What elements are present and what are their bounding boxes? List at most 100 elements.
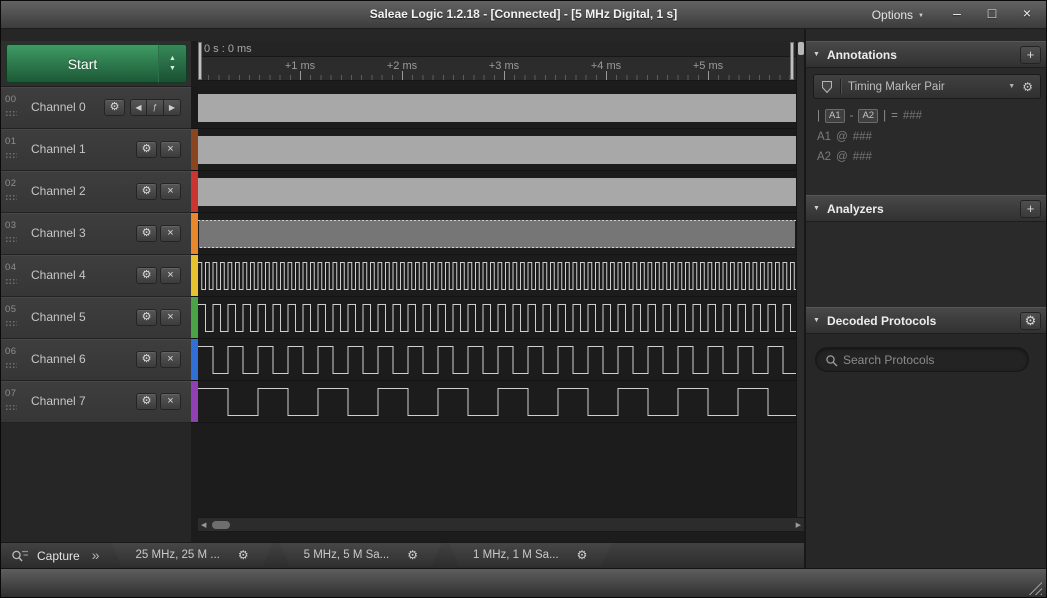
channel-color-indicator bbox=[191, 297, 198, 339]
channel-color-indicator bbox=[191, 255, 198, 297]
preset-tab[interactable]: 25 MHz, 25 M ...⚙ bbox=[112, 543, 273, 567]
resize-grip[interactable] bbox=[1027, 580, 1042, 595]
preset-tab[interactable]: 1 MHz, 1 M Sa...⚙ bbox=[449, 543, 611, 567]
timing-marker-pair-widget[interactable]: Timing Marker Pair ▼ ⚙ bbox=[813, 74, 1041, 99]
capture-tab[interactable]: Capture bbox=[1, 543, 90, 569]
channel-settings-button[interactable]: ⚙ bbox=[136, 141, 157, 158]
timeline-tick-label: +1 ms bbox=[279, 60, 321, 72]
trigger-edge-button[interactable]: ƒ bbox=[147, 99, 164, 116]
channel-row[interactable]: 04Channel 4⚙× bbox=[1, 255, 191, 297]
decoded-protocols-settings-button[interactable]: ⚙ bbox=[1020, 312, 1041, 330]
waveform-row[interactable] bbox=[198, 171, 796, 213]
protocol-search-input[interactable] bbox=[843, 349, 1021, 370]
scroll-right-button[interactable]: ▶ bbox=[796, 521, 801, 529]
channel-remove-button[interactable]: × bbox=[160, 309, 181, 326]
maximize-button[interactable]: □ bbox=[983, 5, 1001, 21]
channel-row[interactable]: 02Channel 2⚙× bbox=[1, 171, 191, 213]
waveform-trace bbox=[198, 381, 796, 423]
close-button[interactable]: × bbox=[1018, 5, 1036, 21]
channel-settings-button[interactable]: ⚙ bbox=[104, 99, 125, 116]
channel-label: Channel 7 bbox=[31, 394, 86, 408]
options-menu[interactable]: Options ▼ bbox=[872, 8, 924, 22]
capture-tab-label: Capture bbox=[37, 549, 80, 563]
channel-row[interactable]: 00Channel 0⚙◀ƒ▶ bbox=[1, 87, 191, 129]
down-arrow-icon: ▼ bbox=[169, 65, 176, 72]
channel-row[interactable]: 03Channel 3⚙× bbox=[1, 213, 191, 255]
a1-at: @ bbox=[836, 131, 848, 143]
add-analyzer-button[interactable]: + bbox=[1020, 200, 1041, 218]
channel-settings-button[interactable]: ⚙ bbox=[136, 351, 157, 368]
channel-color-indicator bbox=[191, 381, 198, 423]
preset-tab[interactable]: 5 MHz, 5 M Sa...⚙ bbox=[280, 543, 442, 567]
waveform-trace bbox=[198, 297, 796, 339]
channel-remove-button[interactable]: × bbox=[160, 267, 181, 284]
expand-presets-button[interactable]: » bbox=[92, 547, 100, 563]
horizontal-scrollbar[interactable]: ◀ ▶ bbox=[198, 517, 804, 532]
timeline-right-handle[interactable] bbox=[790, 42, 794, 80]
waveform-row[interactable] bbox=[198, 213, 796, 255]
add-annotation-button[interactable]: + bbox=[1020, 46, 1041, 64]
timeline-origin-label: 0 s : 0 ms bbox=[204, 43, 252, 55]
channel-row[interactable]: 05Channel 5⚙× bbox=[1, 297, 191, 339]
waveform-row[interactable] bbox=[198, 297, 796, 339]
channel-index: 02 bbox=[5, 178, 17, 189]
delta-close-pipe: | bbox=[883, 110, 886, 122]
minimize-button[interactable]: – bbox=[948, 5, 966, 21]
timeline-ruler[interactable]: +1 ms+2 ms+3 ms+4 ms+5 ms bbox=[198, 57, 796, 81]
channel-remove-button[interactable]: × bbox=[160, 393, 181, 410]
timeline-tick-label: +3 ms bbox=[483, 60, 525, 72]
scroll-left-button[interactable]: ◀ bbox=[201, 521, 206, 529]
channel-label: Channel 3 bbox=[31, 226, 86, 240]
drag-grip-icon bbox=[5, 236, 17, 243]
channel-settings-button[interactable]: ⚙ bbox=[136, 393, 157, 410]
channel-settings-button[interactable]: ⚙ bbox=[136, 183, 157, 200]
channel-settings-button[interactable]: ⚙ bbox=[136, 267, 157, 284]
channel-label: Channel 6 bbox=[31, 352, 86, 366]
channel-row[interactable]: 07Channel 7⚙× bbox=[1, 381, 191, 423]
preset-settings-gear-icon[interactable]: ⚙ bbox=[577, 548, 588, 562]
trigger-edge-button[interactable]: ▶ bbox=[164, 99, 181, 116]
vertical-scrollbar[interactable] bbox=[796, 41, 804, 517]
channel-remove-button[interactable]: × bbox=[160, 183, 181, 200]
timeline-left-handle[interactable] bbox=[198, 42, 202, 80]
a2-label: A2 bbox=[817, 151, 831, 163]
channel-remove-button[interactable]: × bbox=[160, 225, 181, 242]
channel-settings-button[interactable]: ⚙ bbox=[136, 225, 157, 242]
annotations-header[interactable]: ▼ Annotations + bbox=[806, 41, 1047, 68]
waveform-row[interactable] bbox=[198, 339, 796, 381]
delta-open-pipe: | bbox=[817, 110, 820, 122]
channel-row[interactable]: 01Channel 1⚙× bbox=[1, 129, 191, 171]
channel-row[interactable]: 06 Channel 6 ⚙× bbox=[1, 339, 191, 381]
capture-bar: Capture » 25 MHz, 25 M ...⚙ 5 MHz, 5 M Sa… bbox=[1, 542, 804, 568]
main-content: Start ▲ ▼ 00Channel 0⚙◀ƒ▶01Channel 1⚙×02… bbox=[1, 29, 1046, 568]
waveform-row[interactable] bbox=[198, 129, 796, 171]
timing-marker-settings-icon[interactable]: ⚙ bbox=[1022, 80, 1033, 94]
channel-color-indicator bbox=[191, 171, 198, 213]
timeline-header: 0 s : 0 ms bbox=[198, 41, 796, 57]
waveform-trace bbox=[198, 213, 796, 255]
a1-value: ### bbox=[853, 131, 872, 143]
waveform-row[interactable] bbox=[198, 255, 796, 297]
waveform-row[interactable] bbox=[198, 381, 796, 423]
analyzers-header[interactable]: ▼ Analyzers + bbox=[806, 195, 1047, 222]
channel-remove-button[interactable]: × bbox=[160, 351, 181, 368]
decoded-protocols-header[interactable]: ▼ Decoded Protocols ⚙ bbox=[806, 307, 1047, 334]
titlebar[interactable]: Saleae Logic 1.2.18 - [Connected] - [5 M… bbox=[1, 1, 1046, 29]
waveform-row[interactable] bbox=[198, 87, 796, 129]
preset-settings-gear-icon[interactable]: ⚙ bbox=[238, 548, 249, 562]
channel-color-indicator bbox=[191, 129, 198, 171]
channel-index: 06 bbox=[5, 346, 17, 357]
start-area: Start ▲ ▼ bbox=[1, 41, 191, 87]
horizontal-scrollbar-thumb[interactable] bbox=[212, 521, 230, 529]
trigger-button-group: ◀ƒ▶ bbox=[130, 99, 181, 116]
timing-marker-icon bbox=[821, 80, 833, 94]
trigger-edge-button[interactable]: ◀ bbox=[130, 99, 147, 116]
preset-settings-gear-icon[interactable]: ⚙ bbox=[407, 548, 418, 562]
channel-remove-button[interactable]: × bbox=[160, 141, 181, 158]
start-button[interactable]: Start bbox=[6, 44, 158, 83]
channel-settings-button[interactable]: ⚙ bbox=[136, 309, 157, 326]
timing-marker-dropdown-icon[interactable]: ▼ bbox=[1008, 83, 1015, 90]
marker-a1-position: A1 @ ### bbox=[817, 131, 922, 143]
start-options-button[interactable]: ▲ ▼ bbox=[158, 44, 187, 83]
waveform-trace bbox=[198, 171, 796, 213]
